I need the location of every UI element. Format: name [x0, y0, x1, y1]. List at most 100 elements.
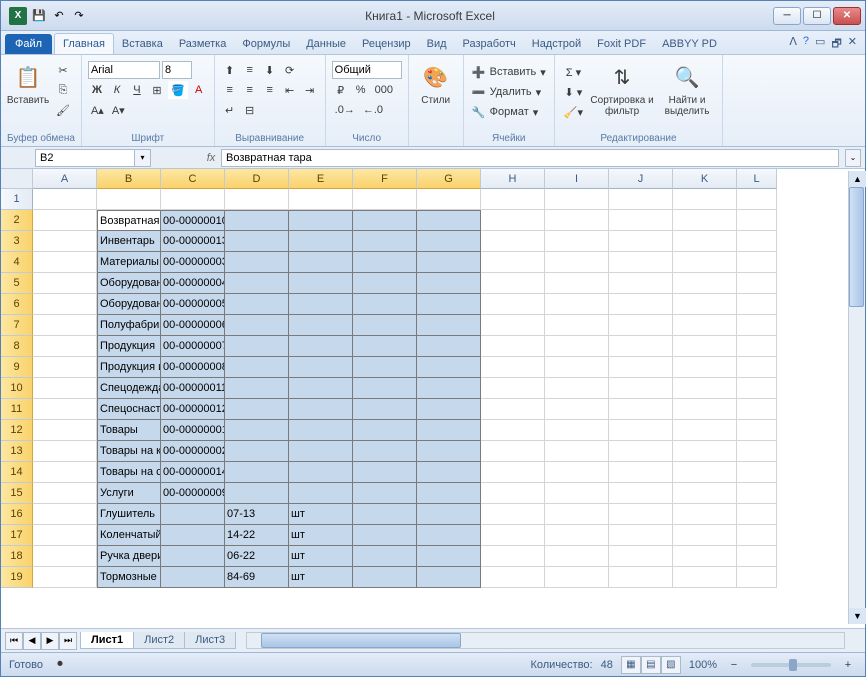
cell-G2[interactable]: [417, 210, 481, 231]
align-top-icon[interactable]: ⬆: [221, 61, 239, 79]
percent-icon[interactable]: %: [352, 81, 370, 99]
cell-C7[interactable]: 00-00000006: [161, 315, 225, 336]
col-header-C[interactable]: C: [161, 169, 225, 189]
clear-icon[interactable]: 🧹▾: [561, 103, 586, 121]
cell-F10[interactable]: [353, 378, 417, 399]
expand-formula-bar-icon[interactable]: ⌄: [845, 149, 861, 167]
find-select-button[interactable]: 🔍 Найти и выделить: [658, 57, 716, 117]
tab-home[interactable]: Главная: [54, 33, 114, 54]
cell-D15[interactable]: [225, 483, 289, 504]
cell-I15[interactable]: [545, 483, 609, 504]
cell-L3[interactable]: [737, 231, 777, 252]
cell-I11[interactable]: [545, 399, 609, 420]
number-format-select[interactable]: Общий: [332, 61, 402, 79]
cell-K6[interactable]: [673, 294, 737, 315]
cell-E10[interactable]: [289, 378, 353, 399]
row-header-2[interactable]: 2: [1, 210, 33, 231]
cell-J4[interactable]: [609, 252, 673, 273]
cell-D10[interactable]: [225, 378, 289, 399]
sheet-tab-3[interactable]: Лист3: [184, 632, 236, 649]
cell-I3[interactable]: [545, 231, 609, 252]
cell-K17[interactable]: [673, 525, 737, 546]
delete-cells-button[interactable]: ➖Удалить ▾: [470, 83, 548, 101]
cells-area[interactable]: Возвратная00-00000010Инвентарь00-0000001…: [33, 189, 777, 588]
cell-F13[interactable]: [353, 441, 417, 462]
dec-decimal-icon[interactable]: ←.0: [360, 101, 386, 119]
cell-K15[interactable]: [673, 483, 737, 504]
cell-G1[interactable]: [417, 189, 481, 210]
cell-C14[interactable]: 00-00000014: [161, 462, 225, 483]
cell-I19[interactable]: [545, 567, 609, 588]
cell-D12[interactable]: [225, 420, 289, 441]
font-size-select[interactable]: 8: [162, 61, 192, 79]
col-header-F[interactable]: F: [353, 169, 417, 189]
cell-C16[interactable]: [161, 504, 225, 525]
zoom-out-icon[interactable]: −: [725, 656, 743, 674]
col-header-H[interactable]: H: [481, 169, 545, 189]
cell-E1[interactable]: [289, 189, 353, 210]
col-header-K[interactable]: K: [673, 169, 737, 189]
cell-A3[interactable]: [33, 231, 97, 252]
cell-G10[interactable]: [417, 378, 481, 399]
last-sheet-icon[interactable]: ⏭: [59, 632, 77, 650]
cell-L15[interactable]: [737, 483, 777, 504]
tab-abbyy[interactable]: ABBYY PD: [654, 34, 725, 54]
cell-G7[interactable]: [417, 315, 481, 336]
cell-C15[interactable]: 00-00000009: [161, 483, 225, 504]
cell-E2[interactable]: [289, 210, 353, 231]
cell-J6[interactable]: [609, 294, 673, 315]
row-header-6[interactable]: 6: [1, 294, 33, 315]
horizontal-scrollbar[interactable]: [246, 632, 845, 649]
cell-B15[interactable]: Услуги: [97, 483, 161, 504]
indent-inc-icon[interactable]: ⇥: [301, 81, 319, 99]
cell-K12[interactable]: [673, 420, 737, 441]
cell-L9[interactable]: [737, 357, 777, 378]
cell-H2[interactable]: [481, 210, 545, 231]
cell-E11[interactable]: [289, 399, 353, 420]
col-header-D[interactable]: D: [225, 169, 289, 189]
cell-K16[interactable]: [673, 504, 737, 525]
cell-D2[interactable]: [225, 210, 289, 231]
cell-E14[interactable]: [289, 462, 353, 483]
cell-F1[interactable]: [353, 189, 417, 210]
cell-L6[interactable]: [737, 294, 777, 315]
font-name-select[interactable]: Arial: [88, 61, 160, 79]
cell-L2[interactable]: [737, 210, 777, 231]
cell-E7[interactable]: [289, 315, 353, 336]
cell-G5[interactable]: [417, 273, 481, 294]
view-layout-icon[interactable]: ▤: [641, 656, 661, 674]
align-bot-icon[interactable]: ⬇: [261, 61, 279, 79]
cell-L11[interactable]: [737, 399, 777, 420]
cell-L19[interactable]: [737, 567, 777, 588]
cell-K18[interactable]: [673, 546, 737, 567]
copy-icon[interactable]: ⎘: [53, 81, 73, 99]
tab-addins[interactable]: Надстрой: [524, 34, 589, 54]
cell-E5[interactable]: [289, 273, 353, 294]
cell-L14[interactable]: [737, 462, 777, 483]
cell-G17[interactable]: [417, 525, 481, 546]
redo-icon[interactable]: ↷: [71, 8, 87, 24]
cell-B6[interactable]: Оборудован: [97, 294, 161, 315]
cell-G16[interactable]: [417, 504, 481, 525]
cell-J8[interactable]: [609, 336, 673, 357]
cell-F8[interactable]: [353, 336, 417, 357]
cell-C12[interactable]: 00-00000001: [161, 420, 225, 441]
cell-G13[interactable]: [417, 441, 481, 462]
cell-D8[interactable]: [225, 336, 289, 357]
cell-J19[interactable]: [609, 567, 673, 588]
cell-K8[interactable]: [673, 336, 737, 357]
cell-H10[interactable]: [481, 378, 545, 399]
cell-E18[interactable]: шт: [289, 546, 353, 567]
cell-A16[interactable]: [33, 504, 97, 525]
name-box[interactable]: B2: [35, 149, 135, 167]
cell-C18[interactable]: [161, 546, 225, 567]
cell-D9[interactable]: [225, 357, 289, 378]
format-painter-icon[interactable]: 🖌: [53, 101, 73, 119]
cell-G9[interactable]: [417, 357, 481, 378]
cell-J2[interactable]: [609, 210, 673, 231]
scroll-thumb-h[interactable]: [261, 633, 461, 648]
cell-K11[interactable]: [673, 399, 737, 420]
minimize-button[interactable]: ─: [773, 7, 801, 25]
cell-B7[interactable]: Полуфабрик: [97, 315, 161, 336]
cell-F5[interactable]: [353, 273, 417, 294]
